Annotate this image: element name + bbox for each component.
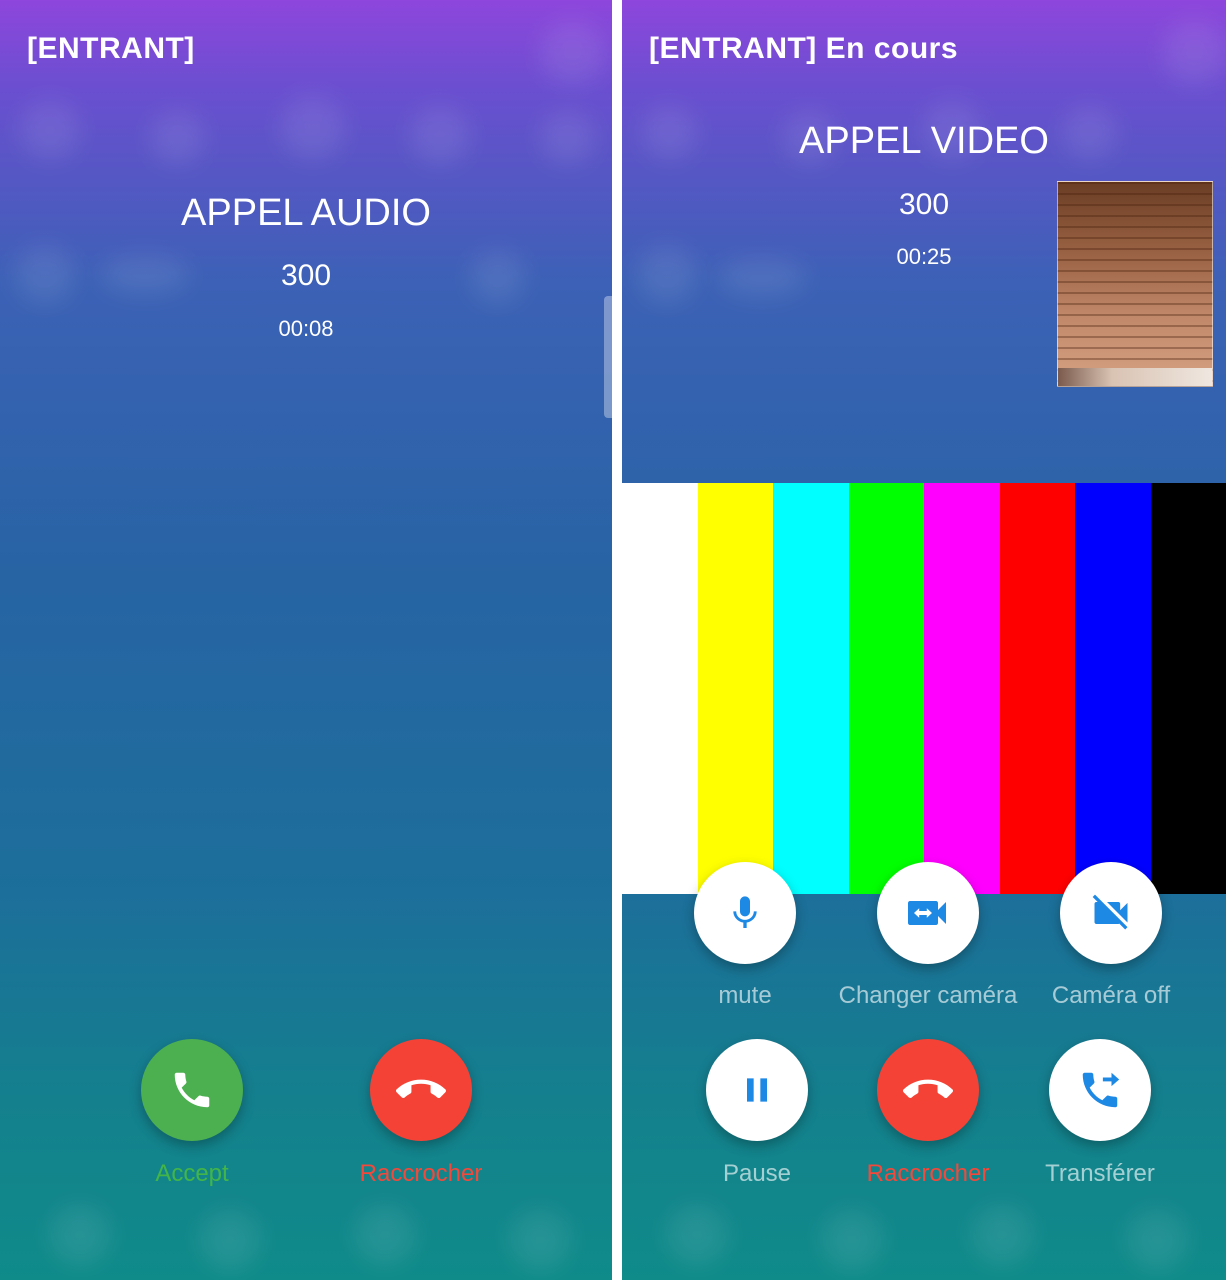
hangup-button[interactable] bbox=[877, 1039, 979, 1141]
switch-camera-button[interactable] bbox=[877, 862, 979, 964]
ongoing-video-call-screen: [ENTRANT] En cours APPEL VIDEO 300 00:25… bbox=[622, 0, 1226, 1280]
test-pattern-bar bbox=[697, 483, 773, 894]
background-bokeh bbox=[540, 20, 605, 85]
background-bokeh bbox=[822, 1210, 882, 1270]
phone-hangup-icon bbox=[903, 1079, 953, 1099]
background-bokeh bbox=[510, 1210, 570, 1270]
background-bokeh bbox=[355, 1205, 415, 1265]
hangup-label: Raccrocher bbox=[359, 1160, 483, 1187]
transfer-button[interactable] bbox=[1049, 1039, 1151, 1141]
background-bokeh bbox=[20, 100, 80, 160]
screen-divider bbox=[612, 0, 622, 1280]
caller-number: 300 bbox=[280, 259, 332, 292]
call-type-title: APPEL VIDEO bbox=[799, 120, 1049, 162]
background-bokeh bbox=[1162, 20, 1226, 85]
camera-off-label: Caméra off bbox=[1051, 982, 1171, 1009]
accept-label: Accept bbox=[155, 1160, 229, 1187]
pause-button[interactable] bbox=[706, 1039, 808, 1141]
background-bokeh bbox=[150, 110, 205, 165]
remote-video-test-pattern[interactable] bbox=[622, 483, 1226, 894]
test-pattern-bar bbox=[999, 483, 1075, 894]
background-bokeh bbox=[200, 1210, 260, 1270]
camera-off-button[interactable] bbox=[1060, 862, 1162, 964]
background-bokeh bbox=[667, 1205, 727, 1265]
mute-button[interactable] bbox=[694, 862, 796, 964]
background-bokeh bbox=[50, 1205, 110, 1265]
transfer-label: Transférer bbox=[1045, 1160, 1155, 1187]
call-status: [ENTRANT] bbox=[27, 32, 195, 65]
test-pattern-bar bbox=[773, 483, 849, 894]
switch-camera-icon bbox=[908, 901, 946, 925]
phone-icon bbox=[174, 1072, 210, 1108]
call-duration: 00:08 bbox=[278, 316, 334, 341]
hangup-button[interactable] bbox=[370, 1039, 472, 1141]
call-transfer-icon bbox=[1082, 1072, 1120, 1108]
test-pattern-bar bbox=[1150, 483, 1226, 894]
test-pattern-bar bbox=[848, 483, 924, 894]
background-bokeh bbox=[972, 1205, 1032, 1265]
side-panel-handle[interactable] bbox=[604, 296, 612, 418]
video-off-icon bbox=[1092, 894, 1128, 930]
test-pattern-bar bbox=[1075, 483, 1151, 894]
accept-button[interactable] bbox=[141, 1039, 243, 1141]
local-camera-preview[interactable] bbox=[1057, 181, 1213, 387]
call-status: [ENTRANT] En cours bbox=[649, 32, 958, 65]
microphone-icon bbox=[733, 896, 757, 928]
background-bokeh bbox=[540, 110, 595, 165]
background-bokeh bbox=[410, 105, 470, 165]
test-pattern-bar bbox=[622, 483, 698, 894]
preview-floor bbox=[1058, 368, 1212, 386]
background-bokeh bbox=[1127, 1210, 1187, 1270]
pause-icon bbox=[747, 1078, 767, 1102]
call-type-title: APPEL AUDIO bbox=[181, 192, 431, 234]
phone-hangup-icon bbox=[396, 1079, 446, 1099]
background-bokeh bbox=[280, 95, 345, 160]
test-pattern-bar bbox=[924, 483, 1000, 894]
incoming-audio-call-screen: [ENTRANT] APPEL AUDIO 300 00:08 Accept R… bbox=[0, 0, 612, 1280]
